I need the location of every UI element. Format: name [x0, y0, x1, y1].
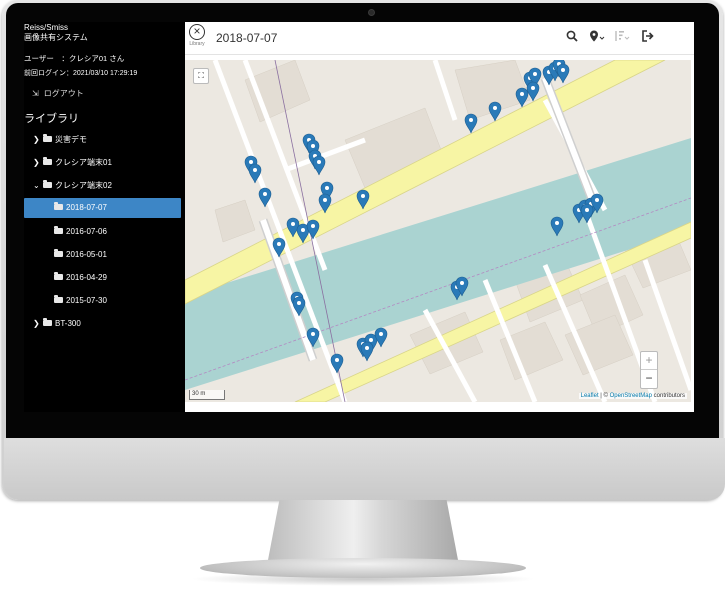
folder-open-icon — [54, 202, 63, 210]
library-title: ライブラリ — [24, 113, 79, 125]
user-label: ユーザー ：クレシア01 さん — [24, 54, 125, 63]
close-circle-icon: × — [189, 24, 205, 40]
leaflet-link[interactable]: Leaflet — [581, 393, 599, 399]
tree-node[interactable]: ⌄ クレシア端末02 — [33, 176, 112, 196]
tree-node-label: 2016-05-01 — [66, 250, 107, 259]
search-button[interactable] — [566, 30, 578, 45]
tree-node-label: 2018-07-07 — [66, 203, 107, 212]
folder-icon — [54, 272, 63, 280]
folder-icon — [54, 295, 63, 303]
tree-node-label: BT-300 — [55, 319, 81, 328]
sign-out-icon — [642, 30, 654, 42]
search-icon — [566, 30, 578, 42]
tree-node-label: クレシア端末02 — [55, 181, 112, 190]
tree-node[interactable]: ❯ クレシア端末01 — [33, 153, 112, 173]
map-tiles — [185, 60, 691, 402]
map-marker-dropdown-icon — [590, 30, 605, 42]
toolbar: × Library 2018-07-07 — [185, 22, 694, 55]
folder-open-icon — [43, 180, 52, 188]
zoom-in-button[interactable]: + — [641, 352, 657, 369]
fullscreen-button[interactable]: ⛶ — [193, 68, 209, 84]
folder-icon — [54, 226, 63, 234]
app-screen: Reiss/Smiss 画像共有システム ユーザー ：クレシア01 さん 前回ロ… — [24, 22, 694, 412]
chevron-right-icon: ❯ — [33, 319, 40, 328]
zoom-out-button[interactable]: − — [641, 369, 657, 387]
last-login: 前回ログイン：2021/03/10 17:29:19 — [24, 70, 138, 77]
map-attribution: Leaflet | © OpenStreetMap contributors — [578, 393, 687, 399]
brand: Reiss/Smiss 画像共有システム — [24, 23, 88, 43]
sign-out-icon: ⇲ — [32, 89, 39, 98]
tree-node-label: 災害デモ — [55, 135, 87, 144]
monitor-stand-neck — [268, 500, 458, 560]
tree-node[interactable]: 2016-07-06 — [54, 222, 107, 242]
attribution-separator: | © — [598, 393, 610, 399]
library-close-button[interactable]: × Library — [188, 24, 206, 50]
page-title: 2018-07-07 — [216, 31, 278, 45]
tree-node[interactable]: 2015-07-30 — [54, 291, 107, 311]
sidebar: Reiss/Smiss 画像共有システム ユーザー ：クレシア01 さん 前回ロ… — [24, 22, 184, 412]
exit-button[interactable] — [641, 30, 654, 45]
tree-node[interactable]: 2016-05-01 — [54, 245, 107, 265]
folder-icon — [43, 157, 52, 165]
folder-icon — [54, 249, 63, 257]
logout-link[interactable]: ⇲ ログアウト — [32, 88, 84, 99]
chevron-right-icon: ❯ — [33, 158, 40, 167]
folder-icon — [43, 318, 52, 326]
chevron-right-icon: ❯ — [33, 135, 40, 144]
chevron-down-icon: ⌄ — [33, 181, 40, 190]
marker-dropdown-button[interactable] — [589, 30, 605, 45]
attribution-tail: contributors — [651, 393, 685, 399]
library-button-caption: Library — [189, 41, 205, 47]
scale-bar: 30 m — [189, 390, 225, 400]
folder-icon — [43, 134, 52, 142]
zoom-control: + − — [640, 351, 658, 389]
tree-node-label: 2016-04-29 — [66, 273, 107, 282]
osm-link[interactable]: OpenStreetMap — [610, 393, 652, 399]
tree-node-label: 2015-07-30 — [66, 296, 107, 305]
tree-node[interactable]: ❯ BT-300 — [33, 314, 81, 334]
logout-label: ログアウト — [43, 89, 84, 98]
tree-node[interactable]: ❯ 災害デモ — [33, 130, 87, 150]
fullscreen-icon: ⛶ — [198, 71, 204, 80]
monitor-chin — [4, 438, 725, 500]
tree-node-label: クレシア端末01 — [55, 158, 112, 167]
sort-dropdown-icon — [615, 31, 630, 41]
brand-subtitle: 画像共有システム — [24, 33, 88, 42]
tree-node[interactable]: 2016-04-29 — [54, 268, 107, 288]
map-view[interactable]: ⛶ + − 30 m Leaflet | © OpenStreetMap con… — [185, 60, 691, 402]
camera-dot — [368, 9, 375, 16]
main-panel: × Library 2018-07-07 ⛶ + − 30 m Leaflet … — [185, 22, 694, 412]
brand-name: Reiss/Smiss — [24, 23, 69, 32]
tree-node-selected[interactable]: 2018-07-07 — [24, 198, 181, 218]
monitor-stand-base — [200, 558, 526, 578]
tree-node-label: 2016-07-06 — [66, 227, 107, 236]
sort-dropdown-button[interactable] — [614, 30, 630, 45]
